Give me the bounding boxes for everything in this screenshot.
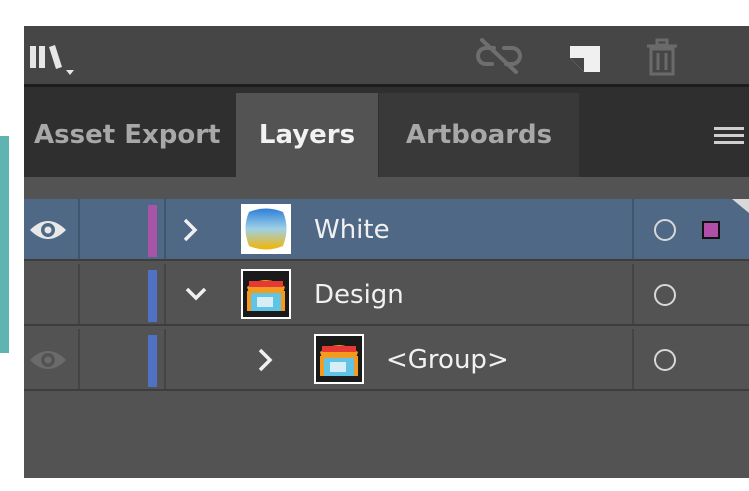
target-circle-icon[interactable] xyxy=(654,219,676,241)
tab-asset-export[interactable]: Asset Export xyxy=(24,93,235,177)
layer-name[interactable]: Design xyxy=(314,264,404,326)
layers-panel: Asset Export Layers Artboards White Desi… xyxy=(24,26,749,478)
corner-marker xyxy=(732,199,749,213)
eye-icon[interactable] xyxy=(28,347,68,377)
layer-thumbnail xyxy=(241,204,291,254)
layer-color-bar xyxy=(148,335,157,387)
eye-icon[interactable] xyxy=(28,217,68,247)
trash-icon[interactable] xyxy=(642,38,682,80)
new-layer-icon[interactable] xyxy=(564,38,604,78)
tab-strip: Asset Export Layers Artboards xyxy=(24,87,749,177)
panel-menu-icon[interactable] xyxy=(714,125,744,151)
target-circle-icon[interactable] xyxy=(654,349,676,371)
selection-indicator[interactable] xyxy=(702,221,720,239)
layer-name[interactable]: <Group> xyxy=(386,329,509,391)
layer-color-bar xyxy=(148,205,157,257)
layer-color-bar xyxy=(148,270,157,322)
layer-thumbnail xyxy=(241,269,291,319)
target-circle-icon[interactable] xyxy=(654,284,676,306)
layer-row-group[interactable]: <Group> xyxy=(24,329,749,391)
chevron-right-icon[interactable] xyxy=(257,347,273,377)
layer-row-design[interactable]: Design xyxy=(24,264,749,326)
tab-layers[interactable]: Layers xyxy=(236,93,378,177)
layer-row-white[interactable]: White xyxy=(24,199,749,261)
panel-toolbar xyxy=(24,26,749,84)
chevron-down-icon[interactable] xyxy=(184,286,208,306)
layer-thumbnail xyxy=(314,334,364,384)
libraries-icon[interactable] xyxy=(28,40,84,80)
layer-name[interactable]: White xyxy=(314,199,390,261)
unlink-icon[interactable] xyxy=(474,38,524,78)
chevron-right-icon[interactable] xyxy=(182,217,198,247)
accent-strip xyxy=(0,136,9,353)
tab-artboards[interactable]: Artboards xyxy=(379,93,579,177)
